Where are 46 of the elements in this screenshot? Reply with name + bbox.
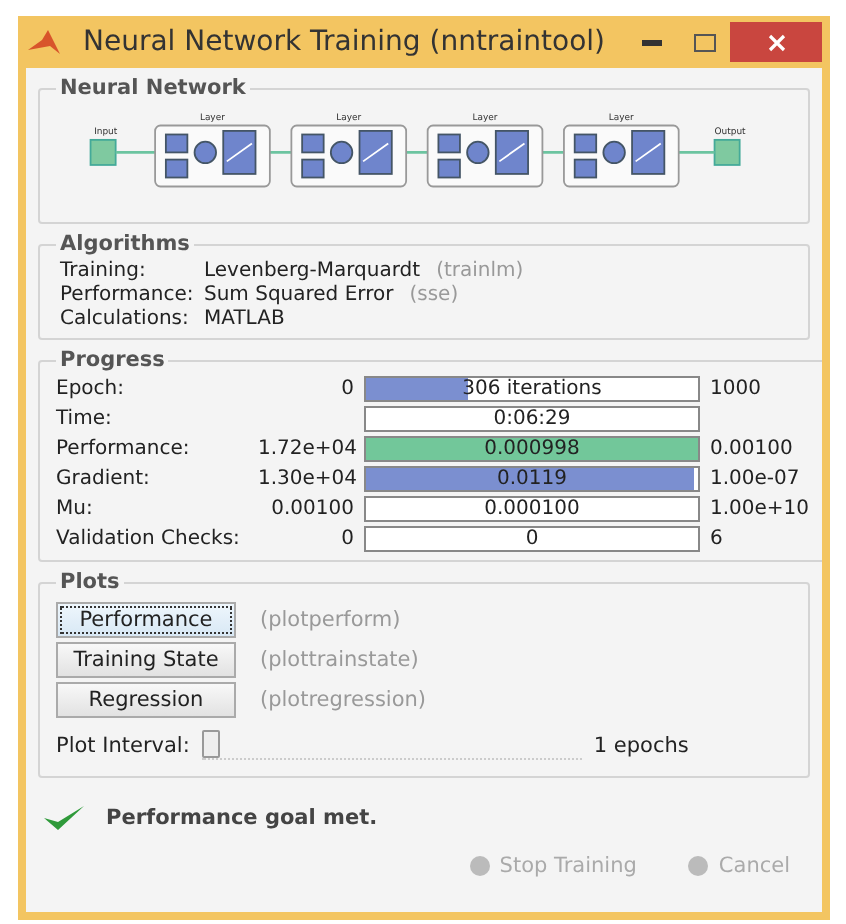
close-button[interactable]	[730, 22, 822, 62]
section-title: Progress	[58, 348, 167, 372]
max-value: 0.00100	[710, 438, 793, 460]
max-value: 1.00e+10	[710, 498, 810, 520]
max-value: 6	[710, 528, 723, 550]
field-label: Gradient:	[56, 468, 152, 490]
function-name: (sse)	[409, 284, 459, 306]
window-title: Neural Network Training (nntraintool)	[81, 26, 607, 58]
min-value: 0.00100	[271, 498, 354, 520]
status-message: Performance goal met.	[106, 806, 378, 830]
function-name: (plotperform)	[260, 608, 401, 632]
field-label: Performance:	[60, 284, 196, 306]
plot-button[interactable]: Regression	[56, 682, 236, 718]
matlab-logo-icon	[26, 28, 62, 56]
min-value: 1.30e+04	[258, 468, 358, 490]
algorithm-value: Levenberg-Marquardt	[204, 260, 421, 282]
section-title: Algorithms	[58, 232, 192, 256]
field-label: Performance:	[56, 438, 192, 460]
function-name: (plotregression)	[260, 688, 427, 712]
field-label: Plot Interval:	[56, 733, 190, 757]
close-icon[interactable]	[767, 33, 785, 51]
min-value: 0	[341, 378, 354, 400]
checkmark-icon	[42, 802, 86, 834]
algorithm-value: MATLAB	[204, 308, 285, 330]
field-label: Mu:	[56, 498, 95, 520]
field-label: Time:	[56, 408, 114, 430]
max-value: 1000	[710, 378, 761, 400]
max-value: 1.00e-07	[710, 468, 800, 490]
field-label: Epoch:	[56, 378, 126, 400]
slider-thumb[interactable]	[201, 730, 220, 758]
interval-slider[interactable]	[201, 730, 582, 760]
section-title: Plots	[58, 570, 122, 594]
progress-reading: 0.000998	[484, 438, 580, 460]
function-name: (plottrainstate)	[260, 648, 419, 672]
field-label: Training:	[60, 260, 148, 282]
section-title: Neural Network	[58, 76, 248, 100]
function-name: (trainlm)	[436, 260, 524, 282]
slider-reading: 1 epochs	[593, 733, 689, 757]
min-value: 1.72e+04	[258, 438, 358, 460]
min-value: 0	[341, 528, 354, 550]
plot-button[interactable]: Performance	[56, 602, 236, 638]
progress-reading: 0.0119	[497, 468, 567, 490]
plot-button[interactable]: Training State	[56, 642, 236, 678]
algorithm-value: Sum Squared Error	[204, 284, 394, 306]
field-label: Calculations:	[60, 308, 191, 330]
field-label: Validation Checks:	[56, 528, 242, 550]
